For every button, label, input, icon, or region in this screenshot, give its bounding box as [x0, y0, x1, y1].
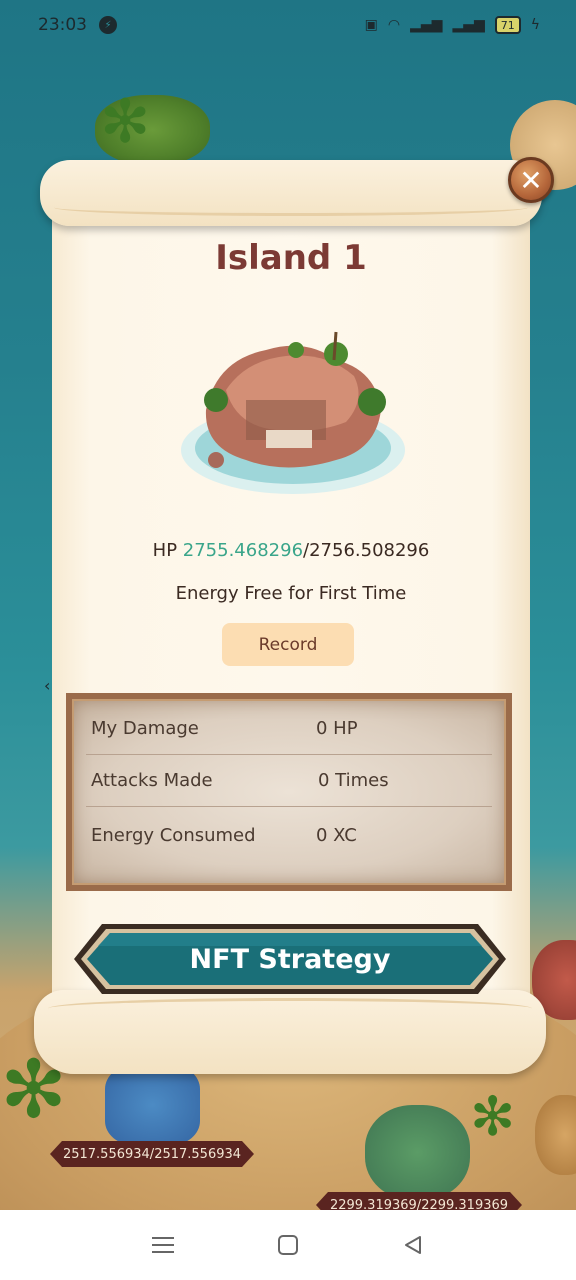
scroll-bottom-roll [34, 990, 546, 1074]
home-icon [277, 1235, 298, 1255]
chevron-left-icon[interactable]: ‹ [44, 676, 50, 695]
island-illustration [181, 331, 405, 494]
battery-icon: 71 [494, 16, 521, 34]
close-button[interactable]: ✕ [508, 157, 554, 203]
signal-icon: ▂▄▆ [452, 17, 485, 33]
wifi-icon: ◠ [387, 17, 401, 33]
stat-label: Energy Consumed [91, 824, 256, 846]
vibrate-icon: ▣ [364, 17, 378, 33]
charging-icon: ϟ [530, 17, 540, 33]
stat-value: 0 HP [316, 718, 358, 739]
background-island[interactable] [365, 1105, 470, 1200]
signal-icon: ▂▄▆ [410, 17, 443, 33]
messenger-icon: ⚡ [99, 16, 117, 34]
status-indicators: ▣ ◠ ▂▄▆ ▂▄▆ 71 ϟ [365, 16, 540, 34]
island-hp-tag: 2299.319369/2299.319369 [316, 1192, 522, 1210]
hp-current: 2755.468296 [182, 540, 304, 561]
stat-row: Attacks Made 0 Times [86, 755, 492, 807]
stat-row: My Damage 0 HP [86, 703, 492, 755]
stat-value: 0 Times [318, 770, 389, 791]
dialog-title: Island 1 [215, 238, 367, 278]
close-icon: ✕ [519, 163, 543, 197]
menu-icon [151, 1237, 174, 1253]
status-bar: 23:03 ⚡ ▣ ◠ ▂▄▆ ▂▄▆ 71 ϟ [0, 0, 576, 50]
hp-readout: HP 2755.468296/2756.508296 [52, 540, 530, 561]
stat-value: 0 XC [316, 824, 357, 846]
energy-note: Energy Free for First Time [175, 583, 407, 604]
nft-strategy-label: NFT Strategy [189, 943, 391, 975]
status-time: 23:03 [38, 15, 87, 35]
system-nav-bar [0, 1210, 576, 1280]
island-hp-tag: 2517.556934/2517.556934 [50, 1141, 254, 1167]
battery-level: 71 [500, 18, 515, 32]
stat-row: Energy Consumed 0 XC [86, 809, 492, 861]
background-island[interactable] [535, 1095, 576, 1175]
back-button[interactable] [393, 1225, 433, 1265]
home-button[interactable] [268, 1225, 308, 1265]
palm-tree-icon: ✻ [470, 1085, 516, 1148]
dialog-panel [52, 206, 530, 1016]
palm-tree-icon: ✻ [100, 87, 151, 157]
nft-strategy-button[interactable]: NFT Strategy [72, 922, 508, 996]
stat-label: Attacks Made [91, 770, 213, 791]
stat-label: My Damage [91, 718, 199, 739]
hp-label: HP [152, 540, 178, 561]
stats-panel: My Damage 0 HP Attacks Made 0 Times Ener… [66, 693, 512, 891]
background-island[interactable] [105, 1065, 200, 1145]
back-icon [405, 1236, 422, 1254]
scroll-top-roll [40, 160, 542, 226]
hp-max: /2756.508296 [303, 540, 430, 561]
menu-button[interactable] [143, 1225, 183, 1265]
record-button[interactable]: Record [222, 623, 354, 666]
